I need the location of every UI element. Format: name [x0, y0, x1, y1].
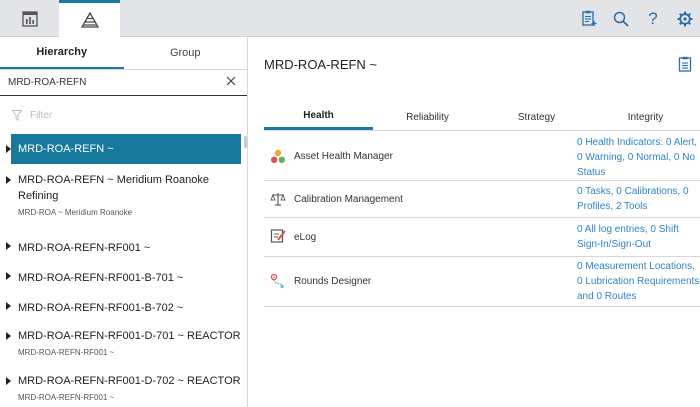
module-summary-link[interactable]: 0 Tasks, 0 Calibrations, 0 Profiles, 2 T… [577, 184, 700, 214]
clear-search-button[interactable] [224, 74, 238, 88]
tree-item-name: MRD-ROA-REFN ~ [18, 143, 114, 155]
module-label: eLog [294, 232, 317, 243]
left-tabs: Hierarchy Group [0, 37, 247, 70]
module-label: Rounds Designer [294, 276, 372, 287]
hierarchy-icon [80, 12, 99, 28]
settings-button[interactable] [676, 10, 694, 28]
tree-item-name: MRD-ROA-REFN-RF001-D-701 ~ REACTOR [18, 330, 241, 342]
hierarchy-tab[interactable] [59, 0, 120, 37]
tree-item[interactable]: MRD-ROA-REFN-RF001-D-701 ~ REACTOR MRD-R… [0, 328, 247, 358]
hierarchy-tree: MRD-ROA-REFN ~ MRD-ROA-REFN ~ Meridium R… [0, 134, 247, 403]
new-clipboard-icon [582, 10, 597, 26]
clipboard-icon[interactable] [678, 56, 692, 72]
tree-item[interactable]: MRD-ROA-REFN-RF001-B-701 ~ [0, 268, 247, 284]
search-button[interactable] [612, 10, 630, 28]
search-row [0, 70, 247, 96]
help-button[interactable]: ? [644, 8, 662, 28]
tree-item[interactable]: MRD-ROA-REFN-RF001-B-702 ~ [0, 298, 247, 314]
tree-item[interactable]: MRD-ROA-REFN-RF001 ~ [0, 238, 247, 254]
tree-item-name: MRD-ROA-REFN-RF001-D-702 ~ REACTOR [18, 375, 241, 387]
asset-details-panel: MRD-ROA-REFN ~ Health Reliability Strate… [249, 37, 700, 407]
tab-reliability[interactable]: Reliability [373, 104, 482, 130]
module-summary-link[interactable]: 0 All log entries, 0 Shift Sign-In/Sign-… [577, 222, 700, 252]
hierarchy-panel: Hierarchy Group Filter MRD-ROA-REFN ~ MR… [0, 37, 248, 407]
asset-health-icon [271, 149, 285, 163]
rounds-route-icon [270, 273, 284, 289]
tree-item-name: MRD-ROA-REFN-RF001-B-701 ~ [18, 272, 184, 284]
tree-item-name: MRD-ROA-REFN-RF001 ~ [18, 242, 151, 254]
expand-caret-icon[interactable] [6, 272, 11, 280]
module-row-calibration[interactable]: Calibration Management 0 Tasks, 0 Calibr… [264, 181, 700, 218]
module-label: Asset Health Manager [294, 151, 393, 162]
top-bar: ? [0, 0, 700, 37]
module-row-asset-health[interactable]: Asset Health Manager 0 Health Indicators… [264, 133, 700, 181]
tab-hierarchy[interactable]: Hierarchy [0, 37, 124, 69]
search-icon [613, 11, 629, 27]
tab-integrity[interactable]: Integrity [591, 104, 700, 130]
module-tabs: Health Reliability Strategy Integrity [264, 104, 700, 131]
module-summary-link[interactable]: 0 Health Indicators: 0 Alert, 0 Warning,… [577, 135, 700, 180]
module-row-rounds[interactable]: Rounds Designer 0 Measurement Locations,… [264, 257, 700, 307]
tree-item-parent: MRD-ROA-REFN-RF001 ~ [18, 348, 115, 357]
calibration-scale-icon [270, 193, 286, 206]
module-row-elog[interactable]: eLog 0 All log entries, 0 Shift Sign-In/… [264, 218, 700, 257]
filter-field[interactable]: Filter [0, 96, 247, 134]
tab-group[interactable]: Group [124, 37, 248, 69]
dashboard-tab[interactable] [0, 0, 59, 37]
expand-caret-icon[interactable] [6, 377, 11, 385]
tree-item[interactable]: MRD-ROA-REFN ~ Meridium Roanoke Refining… [0, 172, 247, 217]
expand-caret-icon[interactable] [6, 176, 11, 184]
dashboard-icon [21, 10, 38, 27]
tab-health[interactable]: Health [264, 104, 373, 130]
tree-item[interactable]: MRD-ROA-REFN-RF001-D-702 ~ REACTOR MRD-R… [0, 373, 247, 403]
module-summary-link[interactable]: 0 Measurement Locations, 0 Lubrication R… [577, 259, 700, 304]
tree-item[interactable]: MRD-ROA-REFN ~ [6, 134, 241, 164]
tree-item-name: MRD-ROA-REFN ~ Meridium Roanoke Refining [18, 174, 210, 202]
tree-item-parent: MRD-ROA ~ Meridium Roanoke [18, 208, 133, 217]
elog-pencil-icon [270, 229, 286, 243]
expand-caret-icon[interactable] [6, 332, 11, 340]
help-icon: ? [648, 8, 658, 28]
module-label: Calibration Management [294, 194, 403, 205]
close-icon [226, 76, 236, 86]
tree-scrollbar[interactable] [244, 136, 247, 148]
expand-caret-icon[interactable] [6, 302, 11, 310]
expand-caret-icon[interactable] [6, 145, 11, 153]
tree-item-name: MRD-ROA-REFN-RF001-B-702 ~ [18, 302, 184, 314]
tree-item-parent: MRD-ROA-REFN-RF001 ~ [18, 393, 115, 402]
gear-icon [677, 11, 693, 26]
filter-icon [12, 109, 22, 121]
new-clipboard-button[interactable] [580, 10, 598, 28]
health-module-list: Asset Health Manager 0 Health Indicators… [264, 133, 700, 307]
tab-strategy[interactable]: Strategy [482, 104, 591, 130]
expand-caret-icon[interactable] [6, 242, 11, 250]
hierarchy-search-input[interactable] [8, 77, 218, 88]
page-title: MRD-ROA-REFN ~ [264, 57, 378, 72]
top-actions: ? [580, 0, 694, 37]
filter-placeholder: Filter [30, 109, 53, 121]
